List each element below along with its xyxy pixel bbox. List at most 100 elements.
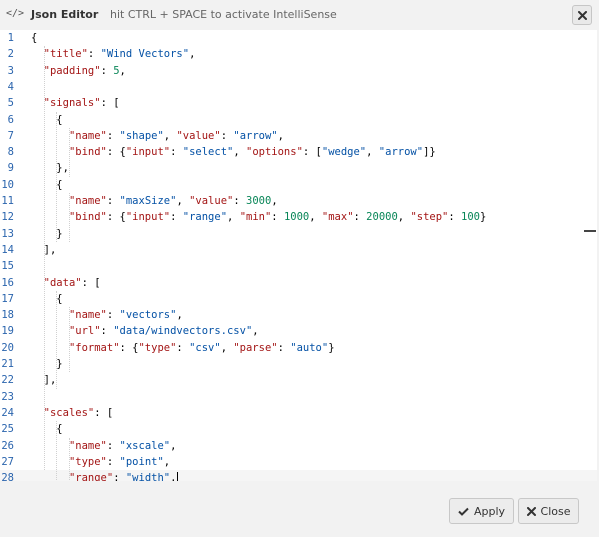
code-line[interactable]: 5 "signals": [ <box>0 95 597 111</box>
code-text: "format": {"type": "csv", "parse": "auto… <box>68 341 335 354</box>
line-number: 11 <box>1 195 14 207</box>
code-text: } <box>31 358 63 370</box>
code-text: "bind": {"input": "range", "min": 1000, … <box>68 211 487 224</box>
line-number: 9 <box>7 162 14 175</box>
dialog-footer: Apply Close <box>0 481 599 537</box>
code-line[interactable]: 7 "name": "shape", "value": "arrow", <box>0 128 597 144</box>
line-number: 8 <box>7 146 14 159</box>
line-number: 17 <box>1 292 14 305</box>
code-text: }, <box>31 162 69 175</box>
line-number: 28 <box>1 472 14 481</box>
close-button[interactable]: Close <box>518 498 579 524</box>
code-text: "name": "vectors", <box>68 309 183 322</box>
code-line[interactable]: 11 "name": "maxSize", "value": 3000, <box>0 193 597 209</box>
line-number: 26 <box>1 439 14 452</box>
apply-label: Apply <box>473 504 506 518</box>
indent-guide <box>69 307 71 373</box>
code-line[interactable]: 27 "type": "point", <box>0 454 597 470</box>
dialog-close-button[interactable] <box>572 5 592 25</box>
code-text: "range": "width", <box>31 470 179 481</box>
code-text: "title": "Wind Vectors", <box>43 48 196 61</box>
code-line[interactable]: 12 "bind": {"input": "range", "min": 100… <box>0 209 597 225</box>
code-line[interactable]: 15 <box>0 258 597 274</box>
dialog-titlebar: </> Json Editor hit CTRL + SPACE to acti… <box>0 0 599 30</box>
code-line[interactable]: 24 "scales": [ <box>0 405 597 421</box>
line-number: 15 <box>1 260 14 273</box>
line-number: 27 <box>1 455 14 468</box>
code-text: } <box>31 227 63 240</box>
line-number: 3 <box>7 64 14 77</box>
code-line[interactable]: 18 "name": "vectors", <box>0 307 597 323</box>
check-icon <box>458 507 469 516</box>
code-text: { <box>31 178 63 191</box>
line-number: 12 <box>1 211 14 224</box>
line-number: 1 <box>7 32 14 44</box>
code-line[interactable]: 13 } <box>0 226 597 242</box>
line-number: 5 <box>7 97 14 110</box>
close-icon <box>526 506 536 516</box>
line-number: 10 <box>1 178 14 191</box>
code-line[interactable]: 28 "range": "width", <box>0 470 597 481</box>
code-editor[interactable]: 1{2 "title": "Wind Vectors", 3 "padding":… <box>0 30 597 481</box>
code-text: "padding": 5, <box>43 64 126 77</box>
code-line[interactable]: 16 "data": [ <box>0 275 597 291</box>
code-text: "url": "data/windvectors.csv", <box>68 325 259 338</box>
code-line[interactable]: 4 <box>0 79 597 95</box>
line-number: 18 <box>1 309 14 322</box>
line-number: 13 <box>1 227 14 240</box>
line-number: 2 <box>7 48 14 61</box>
code-line[interactable]: 6 { <box>0 112 597 128</box>
intellisense-hint: hit CTRL + SPACE to activate IntelliSens… <box>110 8 337 21</box>
indent-guide <box>69 127 71 177</box>
indent-guide <box>56 111 58 242</box>
code-line[interactable]: 2 "title": "Wind Vectors", <box>0 46 597 62</box>
code-line[interactable]: 23 <box>0 389 597 405</box>
code-line[interactable]: 14 ], <box>0 242 597 258</box>
code-text: "name": "xscale", <box>68 439 177 452</box>
code-text: { <box>31 292 63 305</box>
code-line[interactable]: 26 "name": "xscale", <box>0 438 597 454</box>
code-line[interactable]: 22 ], <box>0 372 597 388</box>
code-line[interactable]: 20 "format": {"type": "csv", "parse": "a… <box>0 340 597 356</box>
line-number: 14 <box>1 243 14 256</box>
apply-button[interactable]: Apply <box>449 498 514 524</box>
code-icon: </> <box>6 8 25 19</box>
code-line[interactable]: 1{ <box>0 30 597 46</box>
close-icon <box>577 10 587 20</box>
code-text: "data": [ <box>43 276 101 289</box>
line-number: 20 <box>1 341 14 354</box>
code-line[interactable]: 25 { <box>0 421 597 437</box>
line-number: 4 <box>7 80 14 93</box>
code-line[interactable]: 9 }, <box>0 160 597 176</box>
code-line[interactable]: 19 "url": "data/windvectors.csv", <box>0 323 597 339</box>
indent-guide <box>69 437 71 481</box>
text-cursor <box>177 471 179 481</box>
code-text: { <box>31 113 63 126</box>
line-number: 16 <box>1 276 14 289</box>
indent-guide <box>56 290 58 389</box>
line-number: 6 <box>7 113 14 126</box>
code-text: "bind": {"input": "select", "options": [… <box>68 146 436 159</box>
code-text: "type": "point", <box>68 455 171 468</box>
code-line[interactable]: 21 } <box>0 356 597 372</box>
line-number: 23 <box>1 390 14 403</box>
line-number: 21 <box>1 358 14 370</box>
code-line[interactable]: 3 "padding": 5, <box>0 63 597 79</box>
indent-guide <box>43 46 45 471</box>
line-number: 24 <box>1 406 14 419</box>
line-number: 22 <box>1 374 14 387</box>
close-label: Close <box>540 504 571 518</box>
dialog-title: Json Editor <box>31 8 99 21</box>
code-line[interactable]: 17 { <box>0 291 597 307</box>
line-number: 7 <box>7 129 14 142</box>
code-text: "name": "maxSize", "value": 3000, <box>68 195 278 207</box>
json-editor-dialog: </> Json Editor hit CTRL + SPACE to acti… <box>0 0 599 537</box>
code-line[interactable]: 8 "bind": {"input": "select", "options":… <box>0 144 597 160</box>
indent-guide <box>69 193 71 242</box>
line-number: 25 <box>1 423 14 436</box>
line-number: 19 <box>1 325 14 338</box>
code-text: { <box>31 423 63 436</box>
code-text: { <box>31 32 38 44</box>
indent-guide <box>56 421 58 481</box>
code-line[interactable]: 10 { <box>0 177 597 193</box>
